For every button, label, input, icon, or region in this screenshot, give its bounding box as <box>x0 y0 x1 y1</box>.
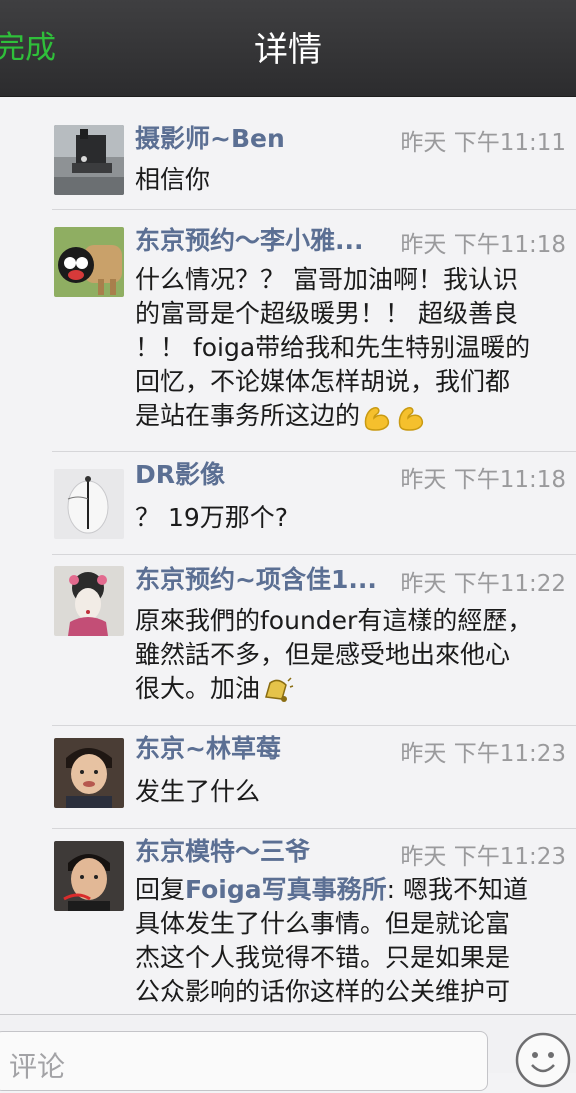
bell-icon <box>265 677 294 702</box>
comment-time: 昨天 下午11:23 <box>400 741 566 767</box>
navigation-bar: 完成 详情 <box>0 0 576 97</box>
comment-time: 昨天 下午11:23 <box>400 844 566 870</box>
comment-line-text: 嗯我不知道 <box>402 875 528 904</box>
comment-line: 很大。加油 <box>135 672 572 707</box>
comment-line: 的富哥是个超级暖男！！ 超级善良 <box>135 299 518 328</box>
comment-line: 具体发生了什么事情。但是就论富 <box>135 909 511 938</box>
avatar[interactable] <box>54 125 124 195</box>
comment-time: 昨天 下午11:18 <box>400 467 566 493</box>
comment-list[interactable]: 摄影师~Ben 昨天 下午11:11 相信你 东京预约～李小雅... 昨天 下午… <box>0 96 576 1014</box>
comment-text: 相信你 <box>135 165 211 194</box>
comment-line: 是站在事务所这边的 <box>135 399 572 434</box>
boy-avatar <box>54 738 124 808</box>
comment-item: 摄影师~Ben 昨天 下午11:11 相信你 <box>52 96 576 210</box>
reply-prefix: 回复 <box>135 875 186 904</box>
comment-text: 回复Foiga写真事務所: 嗯我不知道 具体发生了什么事情。但是就论富 杰这个人… <box>135 873 572 1009</box>
commenter-name[interactable]: DR影像 <box>135 457 397 493</box>
commenter-name[interactable]: 东京预约～李小雅... <box>135 223 397 259</box>
flexed-biceps-icon <box>364 407 390 431</box>
smiley-face-icon <box>515 1032 571 1088</box>
comment-line: 杰这个人我觉得不错。只是如果是 <box>135 943 511 972</box>
comment-item: 东京预约~项含佳1... 昨天 下午11:22 原來我們的founder有這樣的… <box>52 555 576 726</box>
comment-text: ？ 19万那个? <box>135 503 289 532</box>
avatar[interactable] <box>54 738 124 808</box>
comment-text: 发生了什么 <box>135 777 261 806</box>
avatar[interactable] <box>54 469 124 539</box>
comment-item: 东京~林草莓 昨天 下午11:23 发生了什么 <box>52 726 576 829</box>
geisha-avatar <box>54 566 124 636</box>
comment-line-text: 很大。加油 <box>135 674 261 703</box>
page-title: 详情 <box>254 30 322 70</box>
comment-input[interactable] <box>0 1031 488 1091</box>
cartoon-avatar <box>54 227 124 297</box>
emoji-button[interactable] <box>514 1031 572 1089</box>
comment-text: 什么情况？？ 富哥加油啊！我认识 的富哥是个超级暖男！！ 超级善良 ！！ foi… <box>135 263 572 434</box>
commenter-name[interactable]: 东京预约~项含佳1... <box>135 562 397 598</box>
commenter-name[interactable]: 东京模特～三爷 <box>135 834 397 870</box>
comment-item: 东京模特～三爷 昨天 下午11:23 回复Foiga写真事務所: 嗯我不知道 具… <box>52 829 576 1014</box>
comment-text: 原來我們的founder有這樣的經歷， 雖然話不多，但是感受地出來他心 很大。加… <box>135 604 572 707</box>
comment-item: DR影像 昨天 下午11:18 ？ 19万那个? <box>52 452 576 555</box>
man-avatar <box>54 841 124 911</box>
comment-time: 昨天 下午11:11 <box>400 130 566 156</box>
comment-input-bar <box>0 1014 576 1091</box>
avatar[interactable] <box>54 841 124 911</box>
avatar[interactable] <box>54 227 124 297</box>
reply-to-name[interactable]: Foiga写真事務所 <box>185 875 387 904</box>
comment-line: ！！ foiga带给我和先生特别温暖的 <box>135 333 531 362</box>
comment-line: 回忆，不论媒体怎样胡说，我们都 <box>135 367 511 396</box>
comment-line: 什么情况？？ 富哥加油啊！我认识 <box>135 265 518 294</box>
comment-line: 回复Foiga写真事務所: 嗯我不知道 <box>135 875 528 904</box>
train-avatar <box>54 125 124 195</box>
comment-line-text: 是站在事务所这边的 <box>135 401 361 430</box>
avatar[interactable] <box>54 566 124 636</box>
comment-item: 东京预约～李小雅... 昨天 下午11:18 什么情况？？ 富哥加油啊！我认识 … <box>52 210 576 452</box>
commenter-name[interactable]: 摄影师~Ben <box>135 121 397 157</box>
comment-line: 雖然話不多，但是感受地出來他心 <box>135 640 511 669</box>
comment-time: 昨天 下午11:18 <box>400 232 566 258</box>
comment-line: 公众影响的话你这样的公关维护可 <box>135 977 511 1006</box>
flexed-biceps-icon <box>398 407 424 431</box>
mask-avatar <box>54 469 124 539</box>
comment-time: 昨天 下午11:22 <box>400 571 566 597</box>
comment-line: 原來我們的founder有這樣的經歷， <box>135 606 533 635</box>
commenter-name[interactable]: 东京~林草莓 <box>135 731 397 767</box>
